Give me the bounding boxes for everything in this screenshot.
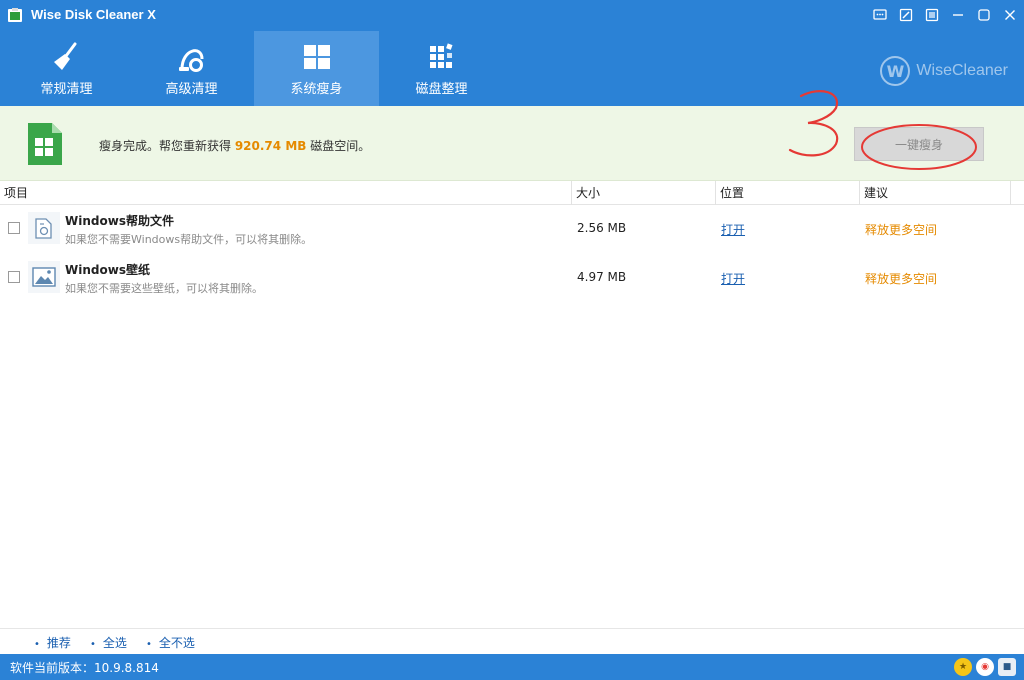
tab-label: 系统瘦身 — [290, 82, 343, 97]
select-all-link[interactable]: 全选 — [90, 634, 127, 651]
banner-suffix: 磁盘空间。 — [306, 139, 371, 153]
main-nav: 常规清理 高级清理 系统瘦身 磁盘整理 — [4, 31, 504, 106]
app-logo-icon — [8, 8, 22, 22]
table-header: 项目 大小 位置 建议 — [0, 181, 1024, 205]
menu-icon[interactable] — [922, 5, 942, 25]
broom-icon — [53, 42, 76, 70]
weibo-icon[interactable]: ◉ — [976, 658, 994, 676]
row-description: 如果您不需要这些壁纸，可以将其删除。 — [65, 282, 263, 295]
edit-icon[interactable] — [896, 5, 916, 25]
tieba-icon[interactable]: ■ — [998, 658, 1016, 676]
selection-links: 推荐 全选 全不选 — [0, 628, 1024, 654]
version-text: 软件当前版本：10.9.8.814 — [10, 661, 159, 675]
status-bar: 软件当前版本：10.9.8.814 ★ ◉ ■ — [0, 654, 1024, 680]
row-checkbox[interactable] — [8, 222, 20, 234]
tab-system-slim[interactable]: 系统瘦身 — [254, 31, 379, 106]
feedback-icon[interactable] — [870, 5, 890, 25]
app-title: Wise Disk Cleaner X — [31, 7, 156, 22]
banner-message: 瘦身完成。帮您重新获得 920.74 MB 磁盘空间。 — [99, 137, 370, 154]
help-file-icon — [28, 212, 60, 244]
app-header: Wise Disk Cleaner X 常规清理 高级清理 系统瘦身 磁盘整理 … — [0, 0, 1024, 106]
defrag-blocks-icon — [429, 43, 453, 68]
tab-disk-defrag[interactable]: 磁盘整理 — [379, 31, 504, 106]
row-checkbox[interactable] — [8, 271, 20, 283]
row-title: Windows壁纸 — [65, 263, 150, 277]
maximize-icon[interactable] — [974, 5, 994, 25]
banner-prefix: 瘦身完成。帮您重新获得 — [99, 139, 235, 153]
close-icon[interactable] — [1000, 5, 1020, 25]
minimize-icon[interactable] — [948, 5, 968, 25]
row-title: Windows帮助文件 — [65, 214, 174, 228]
tab-advanced-clean[interactable]: 高级清理 — [129, 31, 254, 106]
wallpaper-image-icon — [28, 261, 60, 293]
tab-label: 常规清理 — [40, 82, 93, 97]
column-header-size[interactable]: 大小 — [572, 181, 716, 205]
row-size: 4.97 MB — [577, 270, 627, 284]
row-advice: 释放更多空间 — [865, 223, 938, 237]
window-controls — [870, 5, 1020, 25]
freed-space-amount: 920.74 MB — [234, 139, 307, 153]
windows-logo-icon — [303, 45, 330, 69]
column-header-location[interactable]: 位置 — [716, 181, 860, 205]
social-icons: ★ ◉ ■ — [954, 658, 1016, 676]
windows-file-icon — [28, 123, 62, 165]
vacuum-icon — [178, 49, 203, 72]
select-none-link[interactable]: 全不选 — [146, 634, 195, 651]
table-row[interactable]: Windows帮助文件 如果您不需要Windows帮助文件，可以将其删除。 2.… — [0, 205, 1024, 255]
table-row[interactable]: Windows壁纸 如果您不需要这些壁纸，可以将其删除。 4.97 MB 打开 … — [0, 255, 1024, 305]
brand-mark: W WiseCleaner — [880, 56, 1008, 86]
recommended-link[interactable]: 推荐 — [34, 634, 71, 651]
star-icon[interactable]: ★ — [954, 658, 972, 676]
row-size: 2.56 MB — [577, 221, 627, 235]
tab-label: 磁盘整理 — [415, 82, 468, 97]
one-click-slim-button[interactable]: 一键瘦身 — [854, 127, 984, 161]
tab-label: 高级清理 — [165, 82, 218, 97]
open-location-link[interactable]: 打开 — [721, 221, 745, 238]
title-bar: Wise Disk Cleaner X — [0, 0, 1024, 30]
column-header-advice[interactable]: 建议 — [860, 181, 1011, 205]
row-advice: 释放更多空间 — [865, 272, 938, 286]
column-header-item[interactable]: 项目 — [0, 181, 572, 205]
tab-regular-clean[interactable]: 常规清理 — [4, 31, 129, 106]
brand-name: WiseCleaner — [916, 62, 1008, 79]
open-location-link[interactable]: 打开 — [721, 270, 745, 287]
row-description: 如果您不需要Windows帮助文件，可以将其删除。 — [65, 233, 313, 246]
wisecleaner-logo-icon: W — [880, 56, 911, 86]
